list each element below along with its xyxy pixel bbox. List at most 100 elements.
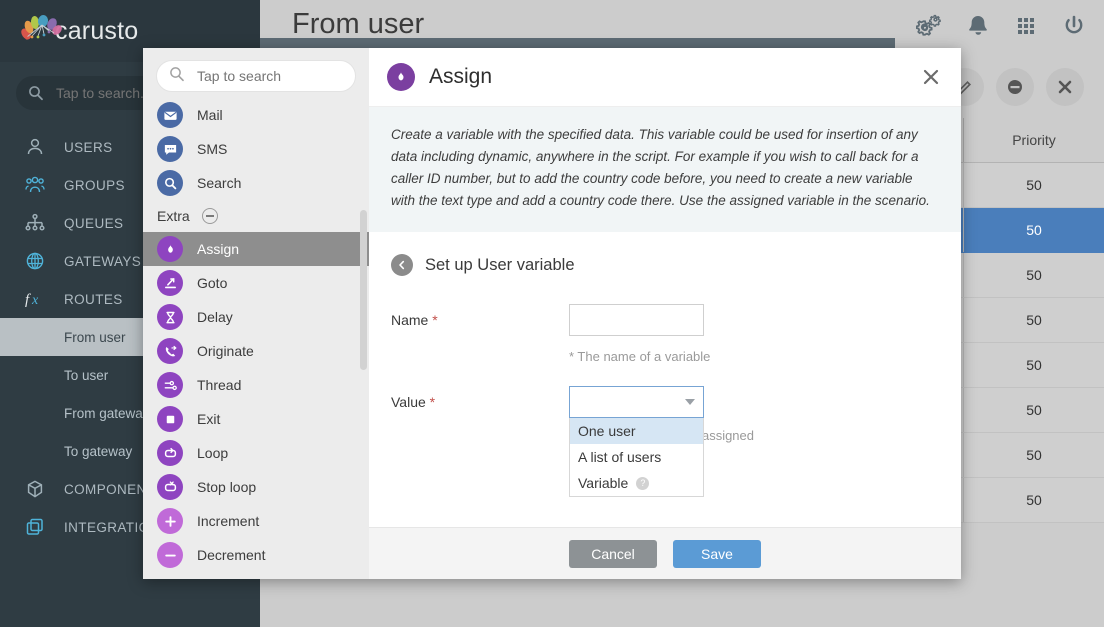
option-label: A list of users [578, 449, 662, 465]
palette-item-goto[interactable]: Goto [143, 266, 369, 300]
palette-item-assign[interactable]: Assign [143, 232, 369, 266]
gears-icon[interactable] [915, 12, 944, 40]
component-palette: Mail SMS Search Extra Assign Goto Delay O… [143, 48, 369, 579]
action-buttons [946, 68, 1084, 106]
goto-icon [157, 270, 183, 296]
palette-item-label: Assign [197, 241, 240, 257]
label-name: Name * [391, 312, 438, 328]
search-icon [169, 66, 185, 87]
application-root: From user Priority 50 50 50 50 50 50 50 … [0, 0, 1104, 627]
palette-item-exit[interactable]: Exit [143, 402, 369, 436]
chevron-left-icon[interactable] [391, 254, 413, 276]
palette-item-stop-loop[interactable]: Stop loop [143, 470, 369, 504]
sidebar-item-label: USERS [64, 139, 113, 155]
close-icon[interactable] [919, 65, 943, 89]
cell-priority: 50 [963, 208, 1104, 252]
fx-icon: fx [24, 288, 50, 310]
phone-forward-icon [157, 338, 183, 364]
palette-search[interactable] [156, 60, 356, 92]
name-input[interactable] [569, 304, 704, 336]
chevron-down-icon [685, 399, 695, 405]
section-header: Set up User variable [391, 254, 939, 276]
palette-item-label: SMS [197, 141, 228, 157]
modal-body: Set up User variable Name * * The name o… [369, 232, 961, 497]
palette-item-label: Goto [197, 275, 228, 291]
stop-square-icon [157, 406, 183, 432]
sidebar-item-label: QUEUES [64, 215, 124, 231]
cube-icon [24, 478, 50, 500]
palette-item-delay[interactable]: Delay [143, 300, 369, 334]
user-icon [24, 136, 50, 158]
modal-title: Assign [429, 65, 493, 88]
palette-item-loop[interactable]: Loop [143, 436, 369, 470]
palette-item-mail[interactable]: Mail [143, 98, 369, 132]
modal-footer: Cancel Save [369, 527, 961, 579]
search-icon [157, 170, 183, 196]
value-select[interactable] [569, 386, 704, 418]
sidebar-item-label: ROUTES [64, 291, 123, 307]
modal-header: Assign [369, 48, 961, 107]
field-row-name: Name * [391, 304, 939, 336]
palette-item-thread[interactable]: Thread [143, 368, 369, 402]
svg-text:f: f [25, 292, 31, 308]
option-variable[interactable]: Variable? [570, 470, 703, 496]
sidebar-item-label: GROUPS [64, 177, 125, 193]
palette-item-label: Mail [197, 107, 223, 123]
palette-group-extra[interactable]: Extra [143, 200, 369, 232]
cell-priority: 50 [963, 388, 1104, 432]
palette-item-label: Increment [197, 513, 260, 529]
collapse-minus-icon[interactable] [201, 208, 218, 224]
hint-row-name: * The name of a variable [391, 342, 939, 364]
cell-priority: 50 [963, 163, 1104, 207]
column-header-priority[interactable]: Priority [963, 118, 1104, 162]
sms-icon [157, 136, 183, 162]
palette-item-increment[interactable]: Increment [143, 504, 369, 538]
loop-icon [157, 440, 183, 466]
carusto-logo-icon [18, 14, 64, 48]
cell-priority: 50 [963, 478, 1104, 522]
option-label: Variable [578, 475, 629, 491]
minus-circle-icon [1008, 80, 1022, 94]
label-value: Value * [391, 394, 436, 410]
bell-icon[interactable] [964, 12, 992, 40]
palette-list: Mail SMS Search Extra Assign Goto Delay O… [143, 98, 369, 572]
palette-search-input[interactable] [195, 67, 335, 85]
option-a-list-of-users[interactable]: A list of users [570, 444, 703, 470]
power-icon[interactable] [1060, 12, 1088, 40]
delete-button[interactable] [1046, 68, 1084, 106]
required-mark: * [429, 394, 436, 410]
help-icon[interactable]: ? [636, 476, 650, 490]
sidebar-item-label: GATEWAYS [64, 253, 142, 269]
palette-item-label: Stop loop [197, 479, 257, 495]
cancel-button[interactable]: Cancel [569, 539, 657, 568]
flame-icon [387, 63, 415, 91]
palette-scrollbar[interactable] [360, 210, 367, 370]
name-hint: * The name of a variable [569, 349, 711, 364]
option-one-user[interactable]: One user [570, 418, 703, 444]
cell-priority: 50 [963, 298, 1104, 342]
palette-item-sms[interactable]: SMS [143, 132, 369, 166]
palette-item-label: Decrement [197, 547, 266, 563]
minus-icon [157, 542, 183, 568]
save-button[interactable]: Save [673, 539, 761, 568]
required-mark: * [432, 312, 438, 328]
hourglass-icon [157, 304, 183, 330]
apps-grid-icon[interactable] [1012, 12, 1040, 40]
brand-name: carusto [55, 16, 139, 45]
palette-item-search[interactable]: Search [143, 166, 369, 200]
group-icon [24, 174, 50, 196]
palette-group-label: Extra [157, 208, 190, 224]
layers-icon [24, 516, 50, 538]
palette-item-label: Search [197, 175, 242, 191]
value-select-options: One user A list of users Variable? [569, 418, 704, 497]
modal-description: Create a variable with the specified dat… [369, 107, 961, 232]
disable-button[interactable] [996, 68, 1034, 106]
modal-right-pane: Assign Create a variable with the specif… [369, 48, 961, 579]
option-label: One user [578, 423, 636, 439]
palette-item-originate[interactable]: Originate [143, 334, 369, 368]
palette-item-label: Thread [197, 377, 242, 393]
globe-icon [24, 250, 50, 272]
palette-item-label: Exit [197, 411, 221, 427]
thread-icon [157, 372, 183, 398]
palette-item-decrement[interactable]: Decrement [143, 538, 369, 572]
